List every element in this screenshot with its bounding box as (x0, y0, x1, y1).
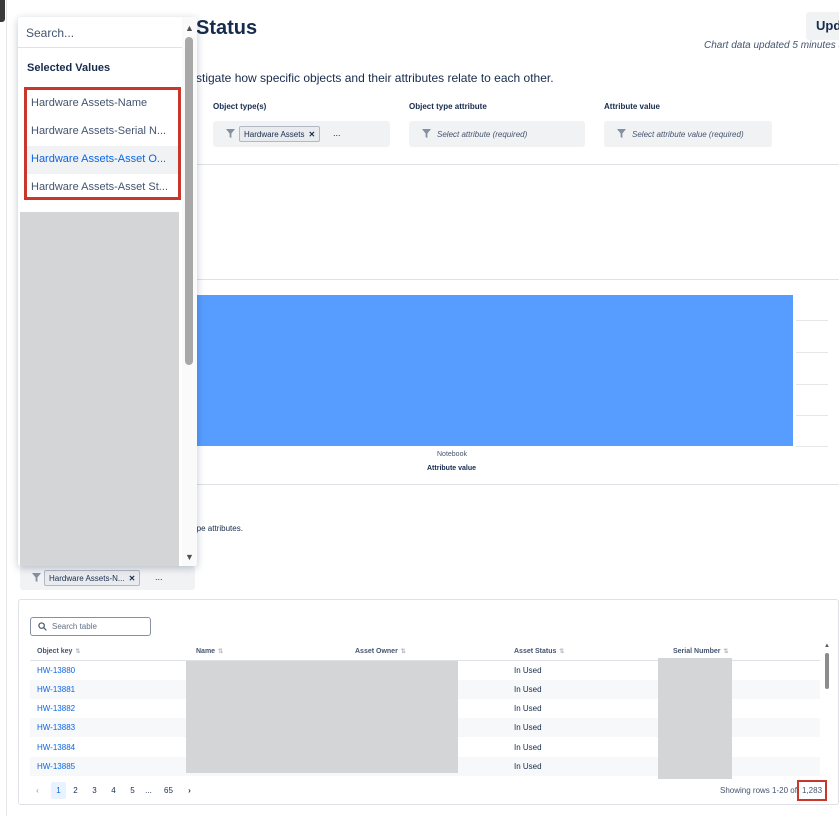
filter-icon (32, 573, 41, 582)
object-key-link[interactable]: HW-13883 (37, 723, 75, 732)
asset-status-cell: In Used (514, 704, 542, 713)
x-tick-label: Notebook (437, 451, 467, 458)
column-header-label: Asset Status (514, 648, 557, 655)
sort-icon: ⇅ (723, 649, 729, 655)
page-button[interactable]: 1 (51, 782, 66, 799)
column-header-label: Name (196, 648, 216, 655)
object-types-label: Object type(s) (213, 102, 267, 111)
more-indicator: ... (333, 128, 341, 138)
attribute-label: Object type attribute (409, 102, 487, 111)
sort-icon: ⇅ (75, 649, 81, 655)
column-header-object-key[interactable]: Object key ⇅ (37, 648, 80, 655)
asset-status-cell: In Used (514, 743, 542, 752)
object-key-link[interactable]: HW-13881 (37, 685, 75, 694)
attribute-value-label: Attribute value (604, 102, 661, 111)
attribute-chip-label: Hardware Assets-N... (49, 574, 125, 583)
dropdown-option[interactable]: Hardware Assets-Asset O... (27, 146, 178, 174)
dropdown-scrollbar[interactable]: ▲ ▼ (182, 17, 197, 566)
search-icon (38, 622, 47, 631)
filter-icon (226, 129, 235, 138)
object-types-field[interactable]: Hardware Assets ✕ ... (213, 121, 390, 147)
column-header-serial-number[interactable]: Serial Number ⇅ (673, 648, 729, 655)
asset-status-cell: In Used (514, 685, 542, 694)
filter-icon (617, 129, 626, 138)
x-axis-title: Attribute value (427, 465, 477, 472)
total-count: 1,283 (797, 780, 827, 801)
asset-status-cell: In Used (514, 666, 542, 675)
object-type-chip-label: Hardware Assets (244, 130, 305, 139)
table-scrollbar[interactable]: ▲ (824, 643, 831, 763)
rows-summary: Showing rows 1-20 of (720, 786, 797, 795)
chevron-right-icon[interactable]: › (182, 782, 197, 799)
filter-icon (422, 129, 431, 138)
selected-values-heading: Selected Values (27, 62, 111, 74)
page-description: stigate how specific objects and their a… (196, 71, 554, 85)
sort-icon: ⇅ (559, 649, 565, 655)
scrollbar-thumb[interactable] (185, 37, 193, 365)
window-edge-line (6, 0, 7, 816)
attribute-value-select[interactable]: Select attribute value (required) (604, 121, 772, 147)
object-key-link[interactable]: HW-13880 (37, 666, 75, 675)
gridline (796, 384, 828, 385)
dropdown-search-input[interactable] (26, 25, 176, 41)
column-header-asset-status[interactable]: Asset Status ⇅ (514, 648, 564, 655)
object-type-chip[interactable]: Hardware Assets ✕ (239, 126, 321, 142)
column-header-label: Asset Owner (355, 648, 398, 655)
page-button[interactable]: 5 (125, 782, 140, 799)
gridline (796, 320, 828, 321)
page-title: Status (196, 17, 258, 39)
table-search[interactable] (30, 617, 151, 636)
object-key-link[interactable]: HW-13884 (37, 743, 75, 752)
selected-values-highlight: Hardware Assets-Name Hardware Assets-Ser… (24, 87, 181, 200)
redacted-options (20, 212, 179, 566)
object-key-link[interactable]: HW-13885 (37, 762, 75, 771)
chart-updated-text: Chart data updated 5 minutes ago (704, 40, 839, 51)
section-divider (196, 484, 839, 485)
dropdown-option[interactable]: Hardware Assets-Asset St... (27, 174, 178, 202)
gridline (796, 446, 828, 447)
attribute-select[interactable]: Select attribute (required) (409, 121, 585, 147)
gridline (796, 352, 828, 353)
asset-status-cell: In Used (514, 762, 542, 771)
close-icon[interactable]: ✕ (308, 130, 315, 139)
update-button[interactable]: Upda (806, 12, 839, 40)
dropdown-option[interactable]: Hardware Assets-Serial N... (27, 118, 178, 146)
close-icon[interactable]: ✕ (129, 574, 136, 583)
scroll-up-icon[interactable]: ▲ (185, 23, 194, 33)
attribute-placeholder: Select attribute (required) (437, 130, 528, 139)
column-header-name[interactable]: Name ⇅ (196, 648, 223, 655)
window-edge (0, 0, 8, 816)
bar-chart (196, 280, 832, 480)
scrollbar-thumb[interactable] (825, 653, 829, 689)
more-indicator: ... (155, 572, 163, 582)
attribute-value-placeholder: Select attribute value (required) (632, 130, 744, 139)
page-ellipsis: ... (145, 786, 152, 795)
page-button[interactable]: 3 (87, 782, 102, 799)
dropdown-search[interactable] (18, 17, 186, 48)
chevron-left-icon[interactable]: ‹ (30, 782, 45, 799)
object-key-link[interactable]: HW-13882 (37, 704, 75, 713)
asset-status-cell: In Used (514, 723, 542, 732)
attribute-chip[interactable]: Hardware Assets-N... ✕ (44, 570, 141, 586)
selected-values-dropdown: Selected Values Hardware Assets-Name Har… (18, 17, 197, 566)
section-divider (196, 164, 839, 165)
sort-icon: ⇅ (218, 649, 224, 655)
page-button[interactable]: 4 (106, 782, 121, 799)
page-button[interactable]: 65 (161, 782, 176, 799)
column-header-label: Object key (37, 648, 73, 655)
redacted-name-owner-cells (186, 661, 458, 773)
dropdown-option[interactable]: Hardware Assets-Name (27, 90, 178, 118)
sort-icon: ⇅ (400, 649, 406, 655)
chart-bar-notebook[interactable] (196, 295, 793, 446)
object-attributes-field[interactable]: Hardware Assets-N... ✕ ... (20, 566, 195, 590)
scroll-down-icon[interactable]: ▼ (185, 552, 194, 562)
scroll-up-icon[interactable]: ▲ (824, 643, 830, 649)
gridline (796, 415, 828, 416)
column-header-label: Serial Number (673, 648, 721, 655)
redacted-serial-cells (658, 658, 732, 779)
table-search-input[interactable] (52, 620, 148, 633)
column-header-asset-owner[interactable]: Asset Owner ⇅ (355, 648, 406, 655)
window-tab (0, 0, 5, 22)
page-button[interactable]: 2 (68, 782, 83, 799)
